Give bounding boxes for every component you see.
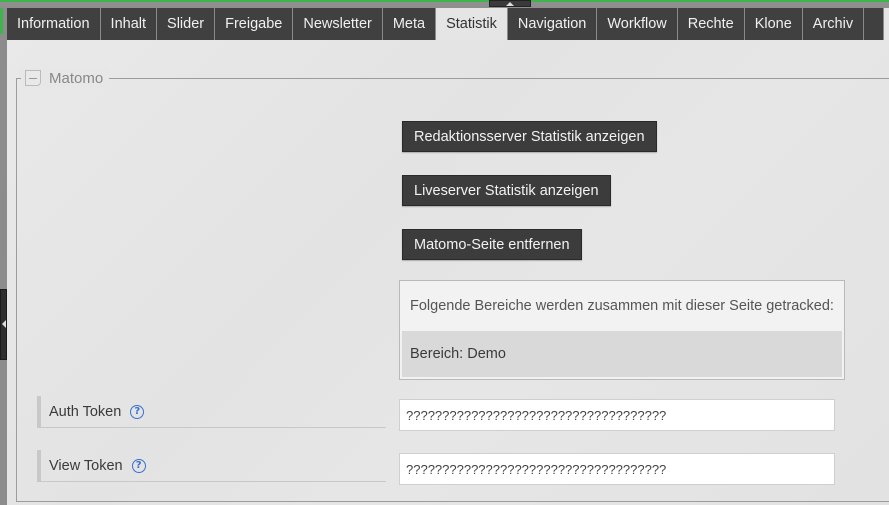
collapse-toggle-icon[interactable] (25, 70, 41, 86)
tracking-info-box: Folgende Bereiche werden zusammen mit di… (399, 280, 845, 380)
arrow-up-icon (506, 2, 514, 6)
collapse-top-handle[interactable] (489, 0, 531, 7)
view-token-label-text: View Token (49, 457, 123, 474)
tab-newsletter[interactable]: Newsletter (293, 8, 383, 40)
help-icon[interactable]: ? (131, 458, 146, 473)
view-token-input[interactable] (399, 453, 835, 485)
tab-rechte[interactable]: Rechte (677, 8, 745, 40)
tab-freigabe[interactable]: Freigabe (215, 8, 294, 40)
left-accent (0, 8, 3, 34)
tab-bar: Information Inhalt Slider Freigabe Newsl… (7, 8, 885, 40)
auth-token-label: Auth Token ? (37, 396, 386, 428)
tab-information[interactable]: Information (7, 8, 101, 40)
left-strip (0, 8, 7, 505)
tab-meta[interactable]: Meta (382, 8, 437, 40)
tab-klone[interactable]: Klone (744, 8, 803, 40)
tab-navigation[interactable]: Navigation (507, 8, 598, 40)
auth-token-label-text: Auth Token (49, 403, 122, 420)
content-area: Matomo Redaktionsserver Statistik anzeig… (7, 40, 889, 505)
view-token-label: View Token ? (37, 450, 386, 482)
tracking-info-heading: Folgende Bereiche werden zusammen mit di… (410, 298, 834, 314)
remove-matomo-site-button[interactable]: Matomo-Seite entfernen (402, 229, 582, 260)
tab-inhalt[interactable]: Inhalt (100, 8, 158, 40)
help-icon[interactable]: ? (130, 404, 145, 419)
tab-statistik[interactable]: Statistik (436, 8, 508, 40)
fieldset-legend[interactable]: Matomo (21, 68, 110, 88)
collapse-left-handle[interactable] (0, 289, 7, 360)
tab-slider[interactable]: Slider (157, 8, 216, 40)
live-stats-button[interactable]: Liveserver Statistik anzeigen (402, 175, 611, 206)
tab-archiv[interactable]: Archiv (802, 8, 865, 40)
fieldset-title: Matomo (49, 69, 104, 87)
tab-overflow[interactable] (864, 8, 885, 40)
arrow-left-icon (2, 320, 6, 328)
tab-workflow[interactable]: Workflow (597, 8, 678, 40)
top-bar (0, 0, 889, 8)
editorial-stats-button[interactable]: Redaktionsserver Statistik anzeigen (402, 121, 657, 152)
auth-token-input[interactable] (399, 399, 835, 431)
tracked-area-item: Bereich: Demo (402, 331, 842, 377)
